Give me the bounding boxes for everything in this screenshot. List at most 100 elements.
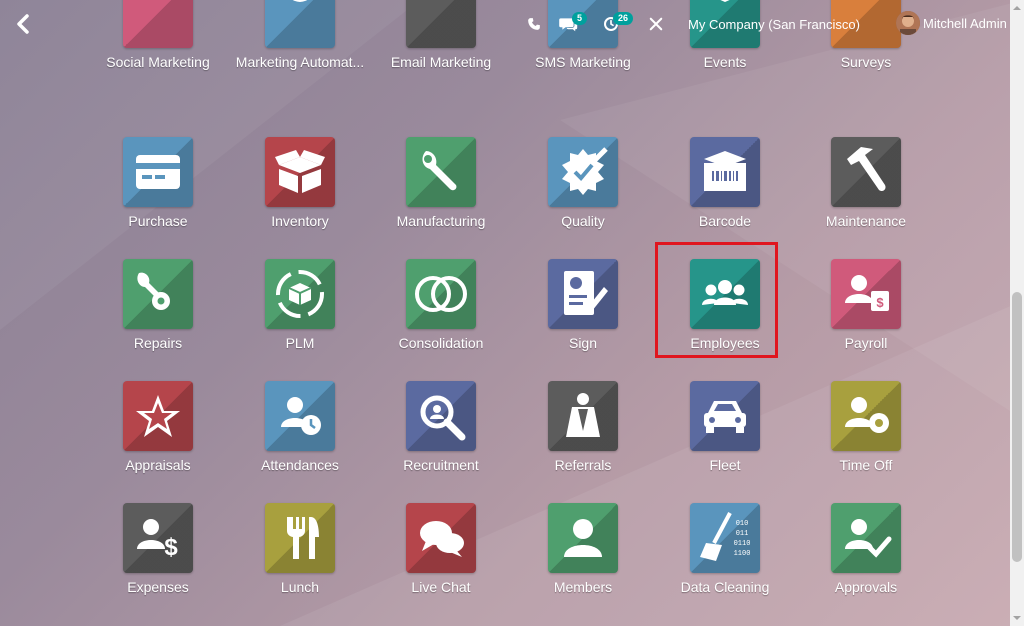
avatar — [896, 11, 920, 35]
app-tile-approvals[interactable]: Approvals — [795, 503, 937, 613]
app-label: Fleet — [709, 457, 741, 473]
chat-button[interactable]: 5 — [558, 0, 588, 48]
app-label: Payroll — [844, 335, 888, 351]
repairs-icon — [123, 259, 193, 329]
app-label: Expenses — [127, 579, 189, 595]
app-tile-expenses[interactable]: $ Expenses — [87, 503, 229, 613]
purchase-icon — [123, 137, 193, 207]
app-label: Sign — [568, 335, 598, 351]
app-label: Approvals — [834, 579, 898, 595]
plm-icon — [265, 259, 335, 329]
app-label: Live Chat — [411, 579, 471, 595]
svg-text:0110: 0110 — [734, 540, 751, 548]
svg-text:$: $ — [164, 534, 178, 561]
svg-text:011: 011 — [736, 530, 749, 538]
app-label: Events — [703, 54, 747, 70]
appraisals-icon — [123, 381, 193, 451]
app-tile-inventory[interactable]: Inventory — [229, 137, 371, 247]
barcode-icon — [690, 137, 760, 207]
app-tile-employees[interactable]: Employees — [654, 259, 796, 369]
app-label: Repairs — [133, 335, 183, 351]
app-label: Lunch — [280, 579, 320, 595]
app-label: Surveys — [840, 54, 892, 70]
app-tile-lunch[interactable]: Lunch — [229, 503, 371, 613]
app-grid: Social Marketing Marketing Automat... Emai… — [0, 0, 1010, 626]
app-label: Recruitment — [403, 457, 479, 473]
recruitment-icon — [406, 381, 476, 451]
app-tile-live-chat[interactable]: Live Chat — [370, 503, 512, 613]
svg-text:$: $ — [876, 295, 884, 310]
tools-icon — [649, 17, 663, 31]
chat-count-badge: 5 — [572, 12, 588, 25]
referrals-icon — [548, 381, 618, 451]
app-label: PLM — [285, 335, 315, 351]
top-bar: 5 26 My Company (San Francisco) Mitchell… — [0, 0, 1024, 48]
app-tile-repairs[interactable]: Repairs — [87, 259, 229, 369]
app-tile-attendances[interactable]: Attendances — [229, 381, 371, 491]
app-label: Marketing Automat... — [235, 54, 365, 70]
scroll-down-icon[interactable] — [1013, 614, 1021, 622]
members-icon — [548, 503, 618, 573]
app-label: Appraisals — [125, 457, 191, 473]
manufacturing-icon — [406, 137, 476, 207]
scrollbar[interactable] — [1010, 0, 1024, 626]
phone-icon[interactable] — [527, 0, 541, 48]
inventory-icon — [265, 137, 335, 207]
app-tile-time-off[interactable]: Time Off — [795, 381, 937, 491]
app-tile-manufacturing[interactable]: Manufacturing — [370, 137, 512, 247]
svg-text:010: 010 — [736, 520, 749, 528]
app-label: Purchase — [128, 213, 188, 229]
app-tile-members[interactable]: Members — [512, 503, 654, 613]
scrollbar-thumb[interactable] — [1012, 292, 1022, 562]
app-tile-plm[interactable]: PLM — [229, 259, 371, 369]
sign-icon — [548, 259, 618, 329]
app-tile-payroll[interactable]: $ Payroll — [795, 259, 937, 369]
back-arrow-icon[interactable] — [12, 12, 34, 36]
app-label: Social Marketing — [106, 54, 210, 70]
app-label: Referrals — [554, 457, 612, 473]
app-tile-appraisals[interactable]: Appraisals — [87, 381, 229, 491]
approvals-icon — [831, 503, 901, 573]
company-switcher[interactable]: My Company (San Francisco) — [688, 17, 860, 32]
app-label: Quality — [561, 213, 605, 229]
time-off-icon — [831, 381, 901, 451]
debug-tools-button[interactable] — [649, 0, 663, 48]
app-tile-consolidation[interactable]: Consolidation — [370, 259, 512, 369]
payroll-icon: $ — [831, 259, 901, 329]
app-tile-fleet[interactable]: Fleet — [654, 381, 796, 491]
activity-button[interactable]: 26 — [603, 0, 634, 48]
app-label: Manufacturing — [396, 213, 486, 229]
svg-text:1100: 1100 — [734, 550, 751, 558]
attendances-icon — [265, 381, 335, 451]
app-label: SMS Marketing — [535, 54, 631, 70]
quality-icon — [548, 137, 618, 207]
app-label: Consolidation — [398, 335, 484, 351]
app-tile-data-cleaning[interactable]: 010 011 0110 1100 Data Cleaning — [654, 503, 796, 613]
live-chat-icon — [406, 503, 476, 573]
lunch-icon — [265, 503, 335, 573]
app-label: Barcode — [698, 213, 752, 229]
app-label: Inventory — [271, 213, 329, 229]
app-tile-referrals[interactable]: Referrals — [512, 381, 654, 491]
app-tile-purchase[interactable]: Purchase — [87, 137, 229, 247]
app-tile-sign[interactable]: Sign — [512, 259, 654, 369]
app-label: Data Cleaning — [680, 579, 770, 595]
activity-count-badge: 26 — [613, 12, 634, 25]
app-label: Email Marketing — [390, 54, 492, 70]
app-tile-quality[interactable]: Quality — [512, 137, 654, 247]
fleet-icon — [690, 381, 760, 451]
app-tile-maintenance[interactable]: Maintenance — [795, 137, 937, 247]
app-tile-barcode[interactable]: Barcode — [654, 137, 796, 247]
employees-icon — [690, 259, 760, 329]
app-label: Time Off — [839, 457, 893, 473]
data-cleaning-icon: 010 011 0110 1100 — [690, 503, 760, 573]
app-tile-recruitment[interactable]: Recruitment — [370, 381, 512, 491]
expenses-icon: $ — [123, 503, 193, 573]
maintenance-icon — [831, 137, 901, 207]
user-menu[interactable]: Mitchell Admin — [896, 11, 1007, 35]
consolidation-icon — [406, 259, 476, 329]
app-label: Members — [553, 579, 613, 595]
user-name: Mitchell Admin — [923, 15, 1007, 31]
app-label: Employees — [690, 335, 760, 351]
app-label: Maintenance — [825, 213, 907, 229]
